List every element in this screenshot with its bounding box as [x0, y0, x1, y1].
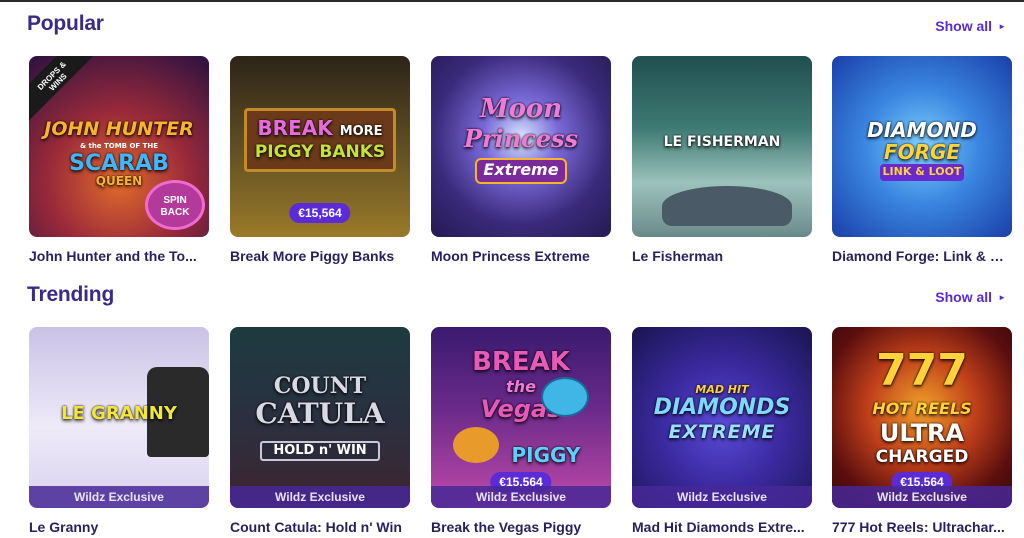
game-card[interactable]: BREAK MORE PIGGY BANKS €15,564 Break Mor… — [230, 56, 410, 264]
game-thumbnail[interactable]: LE GRANNY Wildz Exclusive — [29, 327, 209, 508]
art-title-2: HOT REELS — [872, 399, 972, 418]
art-title: JOHN HUNTER — [44, 118, 194, 140]
game-card[interactable]: Moon Princess Extreme Moon Princess Extr… — [431, 56, 611, 264]
art-title-more: MORE — [339, 124, 383, 139]
boat-shape — [662, 186, 792, 226]
game-card[interactable]: LE GRANNY Wildz Exclusive Le Granny — [29, 327, 209, 535]
exclusive-badge: Wildz Exclusive — [29, 486, 209, 508]
art-title: LE GRANNY — [61, 403, 177, 424]
game-thumbnail[interactable]: BREAK the Vegas PIGGY €15,564 Wildz Excl… — [431, 327, 611, 508]
art-title-3: ULTRA — [879, 419, 965, 447]
art-title-2: SCARAB — [69, 151, 169, 176]
jackpot-badge: €15,564 — [289, 203, 351, 223]
game-title[interactable]: 777 Hot Reels: Ultrachar... — [832, 519, 1010, 535]
exclusive-badge: Wildz Exclusive — [230, 486, 410, 508]
game-thumbnail[interactable]: MAD HIT DIAMONDS EXTREME Wildz Exclusive — [632, 327, 812, 508]
game-title[interactable]: Le Fisherman — [632, 248, 810, 264]
art-title-2: CATULA — [255, 397, 385, 430]
art-title: BREAK — [257, 116, 333, 140]
play-arrow-icon: ► — [998, 21, 1006, 31]
game-row: LE GRANNY Wildz Exclusive Le Granny COUN… — [0, 327, 1024, 538]
spin-back-stamp: SPIN BACK — [145, 180, 205, 230]
art-title: 777 — [876, 345, 968, 396]
popular-section: Popular Show all ► DROPS & WINS JOHN HUN… — [0, 10, 1024, 264]
art-title-3: EXTREME — [668, 421, 776, 443]
game-thumbnail[interactable]: COUNT CATULA HOLD n' WIN Wildz Exclusive — [230, 327, 410, 508]
art-title: DIAMOND — [867, 118, 977, 142]
art-title-2: DIAMONDS — [653, 395, 791, 420]
play-arrow-icon: ► — [998, 292, 1006, 302]
game-title[interactable]: Break More Piggy Banks — [230, 248, 408, 264]
section-header: Trending Show all ► — [0, 281, 1024, 317]
art-title-4: CHARGED — [875, 447, 969, 467]
art-title: LE FISHERMAN — [663, 134, 781, 150]
game-card[interactable]: LE FISHERMAN Le Fisherman — [632, 56, 812, 264]
art-subtitle: & the TOMB OF THE — [79, 142, 159, 150]
art-title-3: Extreme — [483, 160, 559, 179]
game-card[interactable]: 777 HOT REELS ULTRA CHARGED €15,564 Wild… — [832, 327, 1012, 535]
game-title[interactable]: Mad Hit Diamonds Extre... — [632, 519, 810, 535]
show-all-label: Show all — [935, 18, 993, 34]
game-card[interactable]: BREAK the Vegas PIGGY €15,564 Wildz Excl… — [431, 327, 611, 535]
art-title-2: FORGE — [883, 140, 961, 164]
game-row: DROPS & WINS JOHN HUNTER & the TOMB OF T… — [0, 56, 1024, 276]
game-thumbnail[interactable]: DROPS & WINS JOHN HUNTER & the TOMB OF T… — [29, 56, 209, 237]
game-card[interactable]: COUNT CATULA HOLD n' WIN Wildz Exclusive… — [230, 327, 410, 535]
game-thumbnail[interactable]: LE FISHERMAN — [632, 56, 812, 237]
show-all-label: Show all — [935, 289, 993, 305]
section-title: Popular — [27, 12, 104, 35]
art-title-3: LINK & LOOT — [882, 165, 962, 178]
art-title-4: PIGGY — [511, 443, 581, 467]
exclusive-badge: Wildz Exclusive — [832, 486, 1012, 508]
game-title[interactable]: Le Granny — [29, 519, 207, 535]
game-card[interactable]: MAD HIT DIAMONDS EXTREME Wildz Exclusive… — [632, 327, 812, 535]
game-thumbnail[interactable]: 777 HOT REELS ULTRA CHARGED €15,564 Wild… — [832, 327, 1012, 508]
art-title-2: Princess — [463, 124, 579, 153]
exclusive-badge: Wildz Exclusive — [431, 486, 611, 508]
show-all-link[interactable]: Show all ► — [935, 18, 1006, 34]
game-title[interactable]: Count Catula: Hold n' Win — [230, 519, 408, 535]
exclusive-badge: Wildz Exclusive — [632, 486, 812, 508]
game-title[interactable]: Moon Princess Extreme — [431, 248, 609, 264]
game-thumbnail[interactable]: DIAMOND FORGE LINK & LOOT — [832, 56, 1012, 237]
top-divider — [0, 0, 1024, 2]
art-title: COUNT — [273, 373, 367, 399]
show-all-link[interactable]: Show all ► — [935, 289, 1006, 305]
section-title: Trending — [27, 283, 115, 306]
game-card[interactable]: DIAMOND FORGE LINK & LOOT Diamond Forge:… — [832, 56, 1012, 264]
art-title-2: PIGGY BANKS — [254, 142, 386, 162]
trending-section: Trending Show all ► LE GRANNY Wildz Excl… — [0, 281, 1024, 535]
section-header: Popular Show all ► — [0, 10, 1024, 46]
game-card[interactable]: DROPS & WINS JOHN HUNTER & the TOMB OF T… — [29, 56, 209, 264]
game-thumbnail[interactable]: Moon Princess Extreme — [431, 56, 611, 237]
art-title: BREAK — [472, 347, 570, 377]
game-title[interactable]: Diamond Forge: Link & L... — [832, 248, 1010, 264]
game-title[interactable]: John Hunter and the To... — [29, 248, 207, 264]
art-title-3: HOLD n' WIN — [273, 443, 367, 458]
game-thumbnail[interactable]: BREAK MORE PIGGY BANKS €15,564 — [230, 56, 410, 237]
piggy-icon — [541, 377, 589, 417]
game-title[interactable]: Break the Vegas Piggy — [431, 519, 609, 535]
art-title: Moon — [479, 94, 563, 124]
